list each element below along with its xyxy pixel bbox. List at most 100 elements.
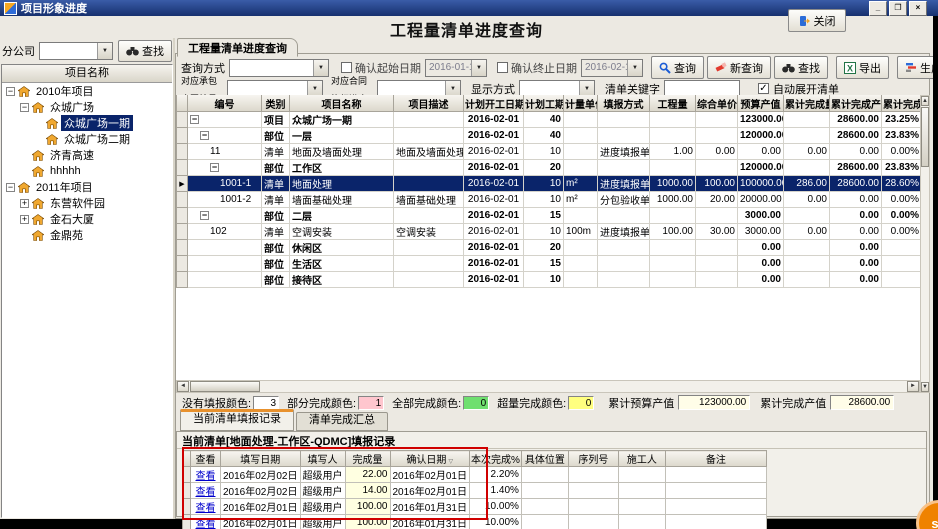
grid-column-header[interactable]: 项目名称 [290, 95, 394, 112]
tab-progress-query[interactable]: 工程量清单进度查询 [177, 38, 298, 57]
restore-button[interactable]: ❐ [889, 1, 907, 16]
grid-column-header[interactable]: 编号 [188, 95, 262, 112]
chevron-down-icon[interactable]: ▼ [313, 60, 328, 76]
view-link[interactable]: 查看 [196, 471, 216, 482]
grid-column-header[interactable]: 累计完成产值 [830, 95, 882, 112]
record-row[interactable]: 查看2016年02月01日超级用户100.002016年01月31日10.00% [183, 499, 767, 515]
collapse-icon[interactable]: − [6, 87, 15, 96]
record-row[interactable]: 查看2016年02月02日超级用户22.002016年02月01日2.20% [183, 467, 767, 483]
record-row[interactable]: 查看2016年02月02日超级用户14.002016年02月01日1.40% [183, 483, 767, 499]
row-indicator [177, 224, 188, 240]
close-window-button[interactable]: × [909, 1, 927, 16]
tree-item[interactable]: 金鼎苑 [2, 227, 172, 243]
project-icon [18, 182, 30, 193]
view-link[interactable]: 查看 [196, 487, 216, 498]
tree-item[interactable]: +东营软件园 [2, 195, 172, 211]
tree-item[interactable]: 众城广场二期 [2, 131, 172, 147]
scroll-left-icon[interactable]: ◄ [177, 381, 189, 392]
total-done-label: 累计完成产值 [760, 395, 826, 411]
grid-column-header[interactable]: 工程量 [650, 95, 696, 112]
tree-item[interactable]: 济青高速 [2, 147, 172, 163]
grid-column-header[interactable]: 累计完成% [882, 95, 922, 112]
grid-row[interactable]: −部位工作区2016-02-0120120000.0028600.0023.83… [177, 160, 922, 176]
h-scroll-thumb[interactable] [190, 381, 260, 392]
grid-row[interactable]: 11清单地面及墙面处理地面及墙面处理2016-02-0110进度填报单1.000… [177, 144, 922, 160]
grid-row[interactable]: −部位一层2016-02-0140120000.0028600.0023.83% [177, 128, 922, 144]
scroll-up-icon[interactable]: ▲ [921, 96, 929, 106]
confirm-start-date[interactable]: 2016-01-19▼ [425, 59, 487, 77]
tab-summary[interactable]: 清单完成汇总 [296, 412, 388, 431]
tree-item[interactable]: +金石大厦 [2, 211, 172, 227]
grid-row[interactable]: 部位休闲区2016-02-01200.000.00 [177, 240, 922, 256]
scroll-down-icon[interactable]: ▼ [921, 382, 929, 392]
grid-row[interactable]: −项目众城广场一期2016-02-0140123000.0028600.0023… [177, 112, 922, 128]
tree-item[interactable]: hhhhh [2, 163, 172, 179]
collapse-icon[interactable]: − [200, 211, 209, 220]
tree-item[interactable]: −众城广场 [2, 99, 172, 115]
tree-item[interactable]: 众城广场一期 [2, 115, 172, 131]
panel-splitter[interactable] [173, 38, 175, 519]
tree-item[interactable]: −2010年项目 [2, 83, 172, 99]
minimize-button[interactable]: _ [869, 1, 887, 16]
grid-row[interactable]: ▶1001-1清单地面处理2016-02-0110m²进度填报单1000.001… [177, 176, 922, 192]
grid-column-header[interactable]: 类别 [262, 95, 290, 112]
confirm-end-checkbox[interactable] [497, 62, 508, 73]
grid-column-header[interactable]: 累计完成量 [784, 95, 830, 112]
auto-expand-checkbox[interactable]: ✓ [758, 83, 769, 94]
grid-column-header[interactable]: 综合单价 [696, 95, 738, 112]
grid-cell: 3000.00 [738, 224, 784, 240]
grid-row[interactable]: −部位二层2016-02-01153000.000.000.00% [177, 208, 922, 224]
records-column-header[interactable]: 具体位置 [521, 451, 568, 467]
collapse-icon[interactable]: − [190, 115, 199, 124]
export-button[interactable]: X 导出 [836, 56, 889, 79]
grid-cell-no [188, 256, 262, 272]
branch-select[interactable]: ▼ [39, 42, 113, 60]
confirm-end-date[interactable]: 2016-02-18▼ [581, 59, 643, 77]
grid-cell: 28600.00 [830, 160, 882, 176]
find-button[interactable]: 查找 [774, 56, 828, 79]
collapse-icon[interactable]: − [20, 103, 29, 112]
expand-icon[interactable]: + [20, 215, 29, 224]
records-column-header[interactable]: 填写人 [300, 451, 345, 467]
tree-item[interactable]: −2011年项目 [2, 179, 172, 195]
records-column-header[interactable]: 查看 [191, 451, 221, 467]
gantt-button[interactable]: 生成甘特图 [897, 56, 938, 79]
view-link[interactable]: 查看 [196, 519, 216, 529]
scroll-right-icon[interactable]: ► [907, 381, 919, 392]
new-query-button[interactable]: 新查询 [707, 56, 771, 79]
records-column-header[interactable]: 确认日期▽ [390, 451, 470, 467]
horizontal-scrollbar[interactable]: ◄ ► [176, 380, 920, 393]
grid-column-header[interactable]: 项目描述 [394, 95, 464, 112]
close-page-button[interactable]: 关闭 [788, 9, 846, 32]
collapse-icon[interactable]: − [6, 183, 15, 192]
grid-column-header[interactable]: 计划开工日期 [464, 95, 524, 112]
tree-find-button[interactable]: 查找 [118, 40, 172, 62]
records-column-header[interactable]: 施工人 [618, 451, 665, 467]
grid-cell: 0.00 [696, 144, 738, 160]
tab-current-records[interactable]: 当前清单填报记录 [180, 409, 294, 431]
grid-row[interactable]: 部位生活区2016-02-01150.000.00 [177, 256, 922, 272]
grid-column-header[interactable]: 计划工期 [524, 95, 564, 112]
grid-column-header[interactable]: 填报方式 [598, 95, 650, 112]
records-column-header[interactable]: 完成量 [345, 451, 390, 467]
record-row[interactable]: 查看2016年02月01日超级用户100.002016年01月31日10.00% [183, 515, 767, 529]
records-column-header[interactable]: 备注 [665, 451, 766, 467]
grid-cell [696, 160, 738, 176]
records-column-header[interactable]: 填写日期 [221, 451, 301, 467]
view-link[interactable]: 查看 [196, 503, 216, 514]
grid-row[interactable]: 部位接待区2016-02-01100.000.00 [177, 272, 922, 288]
chevron-down-icon[interactable]: ▼ [97, 43, 112, 59]
grid-row[interactable]: 1001-2清单墙面基础处理墙面基础处理2016-02-0110m²分包验收单1… [177, 192, 922, 208]
collapse-icon[interactable]: − [200, 131, 209, 140]
query-button[interactable]: 查询 [651, 56, 704, 79]
v-scroll-thumb[interactable] [921, 107, 929, 167]
grid-column-header[interactable]: 计量单位 [564, 95, 598, 112]
expand-icon[interactable]: + [20, 199, 29, 208]
collapse-icon[interactable]: − [210, 163, 219, 172]
records-column-header[interactable]: 序列号 [568, 451, 618, 467]
query-mode-select[interactable]: ▼ [229, 59, 329, 77]
records-column-header[interactable]: 本次完成% [470, 451, 522, 467]
grid-row[interactable]: 102清单空调安装空调安装2016-02-0110100m进度填报单100.00… [177, 224, 922, 240]
grid-column-header[interactable]: 预算产值 [738, 95, 784, 112]
vertical-scrollbar[interactable]: ▲ ▼ [920, 95, 930, 393]
